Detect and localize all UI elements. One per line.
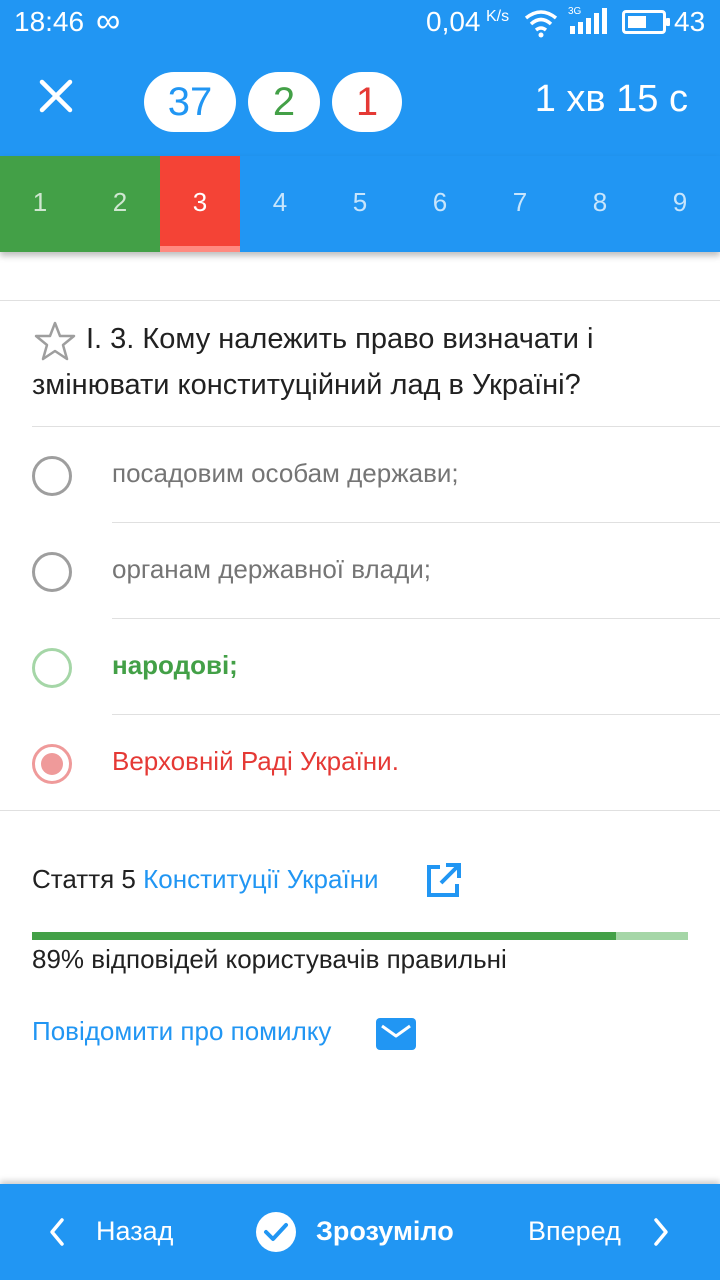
wrong-count-badge: 1: [332, 72, 402, 132]
answer-label: народові;: [112, 650, 238, 680]
signal-icon: [570, 8, 607, 34]
network-speed: 0,04: [426, 6, 481, 37]
correct-count-badge: 2: [248, 72, 320, 132]
radio-button[interactable]: [32, 744, 72, 784]
question-tab-7[interactable]: 7: [480, 156, 560, 252]
question-tab-6[interactable]: 6: [400, 156, 480, 252]
quiz-header: 37 2 1 1 хв 15 с: [0, 48, 720, 156]
answer-option-4[interactable]: Верховній Раді України.: [0, 716, 720, 812]
correct-ratio-fill: [32, 932, 616, 940]
bottom-nav: Назад Зрозуміло Вперед: [0, 1184, 720, 1280]
check-circle-icon: [256, 1212, 296, 1252]
question-tab-3[interactable]: 3: [160, 156, 240, 252]
source-reference: Стаття 5 Конституції України: [32, 864, 379, 895]
question-nav: 1 2 3 4 5 6 7 8 9: [0, 156, 720, 252]
correct-ratio-bar: [32, 932, 688, 940]
timer: 1 хв 15 с: [534, 78, 688, 120]
question-text: І. 3. Кому належить право визначати і зм…: [32, 323, 594, 401]
external-link-icon[interactable]: [424, 862, 462, 900]
radio-button[interactable]: [32, 552, 72, 592]
status-bar: 18:46 ∞ 0,04 K/s 3G 43: [0, 0, 720, 48]
battery-icon: [622, 10, 670, 34]
chevron-left-icon: [50, 1218, 64, 1246]
report-error-link[interactable]: Повідомити про помилку: [32, 1016, 331, 1047]
status-time: 18:46: [14, 6, 85, 37]
source-prefix: Стаття 5: [32, 864, 136, 894]
understood-label: Зрозуміло: [316, 1216, 454, 1246]
battery-level: 43: [674, 6, 706, 37]
divider: [112, 714, 720, 715]
constitution-link[interactable]: Конституції України: [143, 864, 378, 894]
divider: [112, 618, 720, 619]
answer-label: органам державної влади;: [112, 554, 431, 584]
divider: [0, 300, 720, 301]
infinity-icon: ∞: [96, 2, 121, 40]
divider: [112, 522, 720, 523]
question-tab-5[interactable]: 5: [320, 156, 400, 252]
back-label: Назад: [96, 1216, 174, 1246]
answer-option-1[interactable]: посадовим особам держави;: [0, 428, 720, 524]
question-tab-9[interactable]: 9: [640, 156, 720, 252]
stats-text: 89% відповідей користувачів правильні: [32, 944, 507, 974]
answer-option-3[interactable]: народові;: [0, 620, 720, 716]
divider: [32, 426, 720, 427]
answer-label: посадовим особам держави;: [112, 458, 459, 488]
question-tab-8[interactable]: 8: [560, 156, 640, 252]
question-tab-2[interactable]: 2: [80, 156, 160, 252]
answer-label: Верховній Раді України.: [112, 746, 399, 776]
chevron-right-icon: [654, 1218, 668, 1246]
close-icon[interactable]: [30, 70, 82, 122]
mail-icon[interactable]: [376, 1018, 416, 1050]
next-label: Вперед: [528, 1216, 621, 1246]
network-unit: K/s: [486, 8, 510, 25]
question-tab-1[interactable]: 1: [0, 156, 80, 252]
radio-button[interactable]: [32, 456, 72, 496]
divider: [0, 810, 720, 811]
answer-option-2[interactable]: органам державної влади;: [0, 524, 720, 620]
question-tab-4[interactable]: 4: [240, 156, 320, 252]
radio-button[interactable]: [32, 648, 72, 688]
wifi-icon: [524, 10, 558, 38]
total-count-badge: 37: [144, 72, 236, 132]
